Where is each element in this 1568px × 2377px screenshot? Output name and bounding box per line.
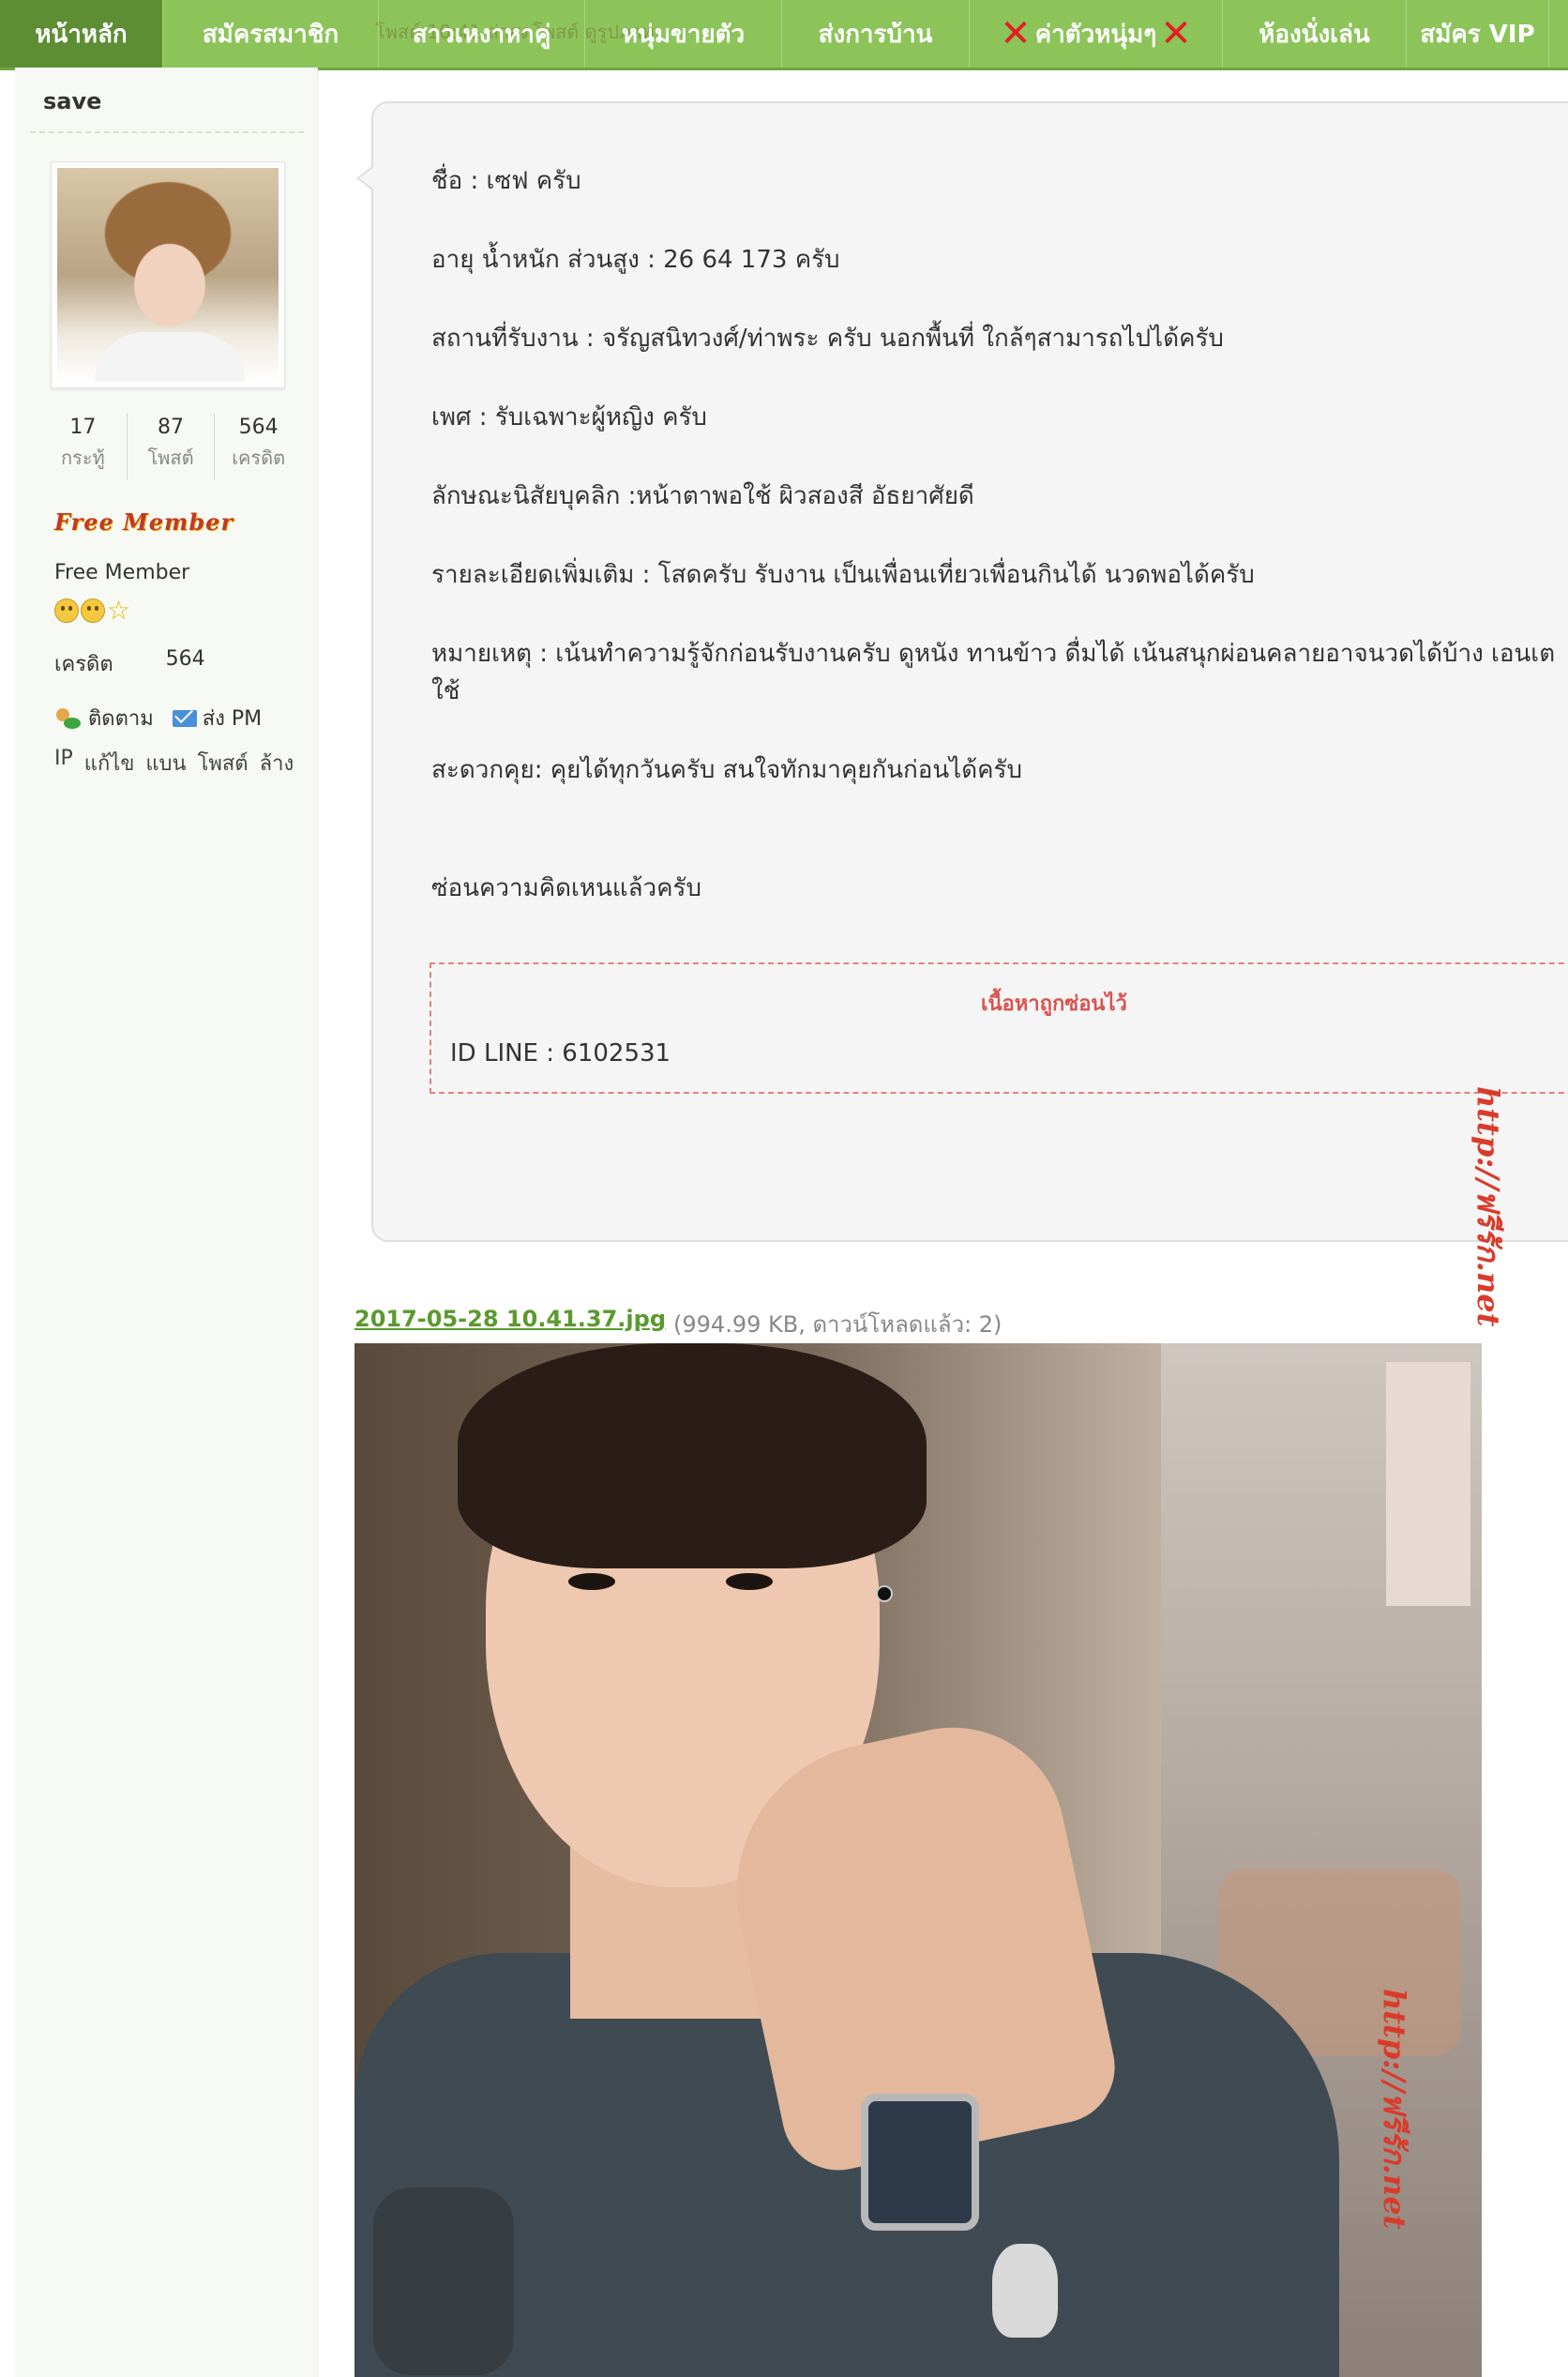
post-line-hidden-intro: ซ่อนความคิดเหนแล้วครับ [431,874,701,902]
stat-threads[interactable]: 17 กระทู้ [39,413,128,480]
nav-lounge-label: ห้องนั่งเล่น [1259,20,1370,49]
send-pm-label: ส่ง PM [202,707,263,731]
nav-men-listings[interactable]: หนุ่มขายตัว [585,0,782,68]
smiley-icon [54,598,79,623]
post-line-details: รายละเอียดเพิ่มเติม : โสดครับ รับงาน เป็… [431,561,1255,589]
post-line-note: หมายเหตุ : เน้นทำความรู้จักก่อนรับงานครั… [431,640,1556,668]
rank-text: Free Member [54,561,190,584]
avatar-image [57,168,279,382]
admin-link-ip[interactable]: IP [54,747,73,780]
nav-homework-label: ส่งการบ้าน [818,20,933,49]
username[interactable]: save [43,88,101,114]
nav-men-listings-label: หนุ่มขายตัว [621,20,746,49]
photo-eye [568,1573,615,1590]
attachment-meta: (994.99 KB, ดาวน์โหลดแล้ว: 2) [673,1311,1003,1338]
hidden-content-text[interactable]: ID LINE : 6102531 [450,1039,671,1067]
admin-link-clear[interactable]: ล้าง [260,747,294,780]
smiley-icon [81,598,105,623]
nav-women-seeking-label: สาวเหงาหาคู่ [412,20,551,49]
admin-link-posts[interactable]: โพสต์ [198,747,249,780]
divider [30,131,304,133]
attachment-photo[interactable] [354,1343,1482,2377]
hidden-content-title: เนื้อหาถูกซ่อนไว้ [981,992,1127,1016]
post-line-gender: เพศ : รับเฉพาะผู้หญิง ครับ [431,403,707,431]
stat-credits[interactable]: 564 เครดิต [215,413,302,480]
avatar-shirt [95,332,245,382]
stat-credits-value: 564 [238,416,279,439]
photo-background [1386,1362,1470,1606]
post-line-age: อายุ น้ำหนัก ส่วนสูง : 26 64 173 ครับ [431,246,840,274]
follow-icon [54,706,83,731]
watermark-text: http://ฟรีรัก.net [1470,1086,1506,1327]
nav-vip-label: สมัคร VIP [1420,20,1535,49]
nav-home-label: หน้าหลัก [35,20,128,49]
stat-threads-label: กระทู้ [60,447,105,469]
stat-credits-label: เครดิต [232,447,286,469]
nav-home[interactable]: หน้าหลัก [0,0,163,68]
admin-links: IP แก้ไข แบน โพสต์ ล้าง [54,747,294,780]
user-profile-sidebar: save 17 กระทู้ 87 โพสต์ 564 เครดิต Free … [15,68,318,2377]
nav-register[interactable]: สมัครสมาชิก [163,0,379,68]
nav-lounge[interactable]: ห้องนั่งเล่น [1223,0,1407,68]
nav-vip[interactable]: สมัคร VIP [1407,0,1549,68]
stat-posts-value: 87 [158,416,184,439]
photo-hair [458,1343,927,1568]
stat-posts-label: โพสต์ [147,447,194,469]
avatar[interactable] [51,161,285,388]
credit-row: เครดิต 564 [54,647,205,680]
follow-label: ติดตาม [88,707,154,731]
credit-value: 564 [165,647,205,671]
post-line-contact: สะดวกคุย: คุยได้ทุกวันครับ สนใจทักมาคุยก… [431,756,1022,784]
nav-homework[interactable]: ส่งการบ้าน [782,0,970,68]
top-navigation: โพสต์ 10:41 ล่าสุดโพสต์ ดูรูปภาพ หน้าหลั… [0,0,1568,70]
nav-women-seeking[interactable]: สาวเหงาหาคู่ [379,0,585,68]
close-x-icon: ✕ [1000,12,1032,55]
photo-tattoo [373,2188,514,2375]
photo-earring [876,1585,893,1602]
credit-label: เครดิต [54,653,113,676]
stat-posts[interactable]: 87 โพสต์ [128,413,216,480]
user-actions: ติดตาม ส่ง PM [54,702,262,734]
post-line-location: สถานที่รับงาน : จรัญสนิทวงศ์/ท่าพระ ครับ… [431,325,1224,353]
rank-icons: ☆ [54,595,131,626]
admin-link-ban[interactable]: แบน [145,747,186,780]
mail-icon [172,709,197,727]
user-stats: 17 กระทู้ 87 โพสต์ 564 เครดิต [39,413,302,480]
send-pm-button[interactable]: ส่ง PM [172,702,263,734]
photo-watermark-text: http://ฟรีรัก.net [1377,1989,1412,2230]
attachment-info: 2017-05-28 10.41.37.jpg (994.99 KB, ดาวน… [354,1306,1002,1342]
admin-link-edit[interactable]: แก้ไข [84,747,135,780]
post-line-personality: ลักษณะนิสัยบุคลิก :หน้าตาพอใช้ ผิวสองสี … [431,482,974,510]
follow-button[interactable]: ติดตาม [54,702,154,734]
post-line-name: ชื่อ : เซฟ ครับ [431,167,581,195]
stat-threads-value: 17 [69,416,97,439]
attachment-filename-link[interactable]: 2017-05-28 10.41.37.jpg [354,1306,666,1342]
hidden-content-box [430,962,1568,1094]
star-icon: ☆ [107,595,131,626]
nav-men-prices-label: ค่าตัวหนุ่มๆ [1034,20,1157,49]
post-line-note-cont: ใช้ [431,677,460,705]
bubble-tail-inner [359,167,374,189]
nav-register-label: สมัครสมาชิก [202,20,339,49]
close-x-icon: ✕ [1160,12,1192,55]
nav-men-prices[interactable]: ✕ ค่าตัวหนุ่มๆ ✕ [970,0,1223,68]
photo-shirt-logo [992,2244,1058,2338]
photo-eye [726,1573,773,1590]
rank-title: Free Member [54,508,234,536]
photo-watch [861,2094,979,2231]
